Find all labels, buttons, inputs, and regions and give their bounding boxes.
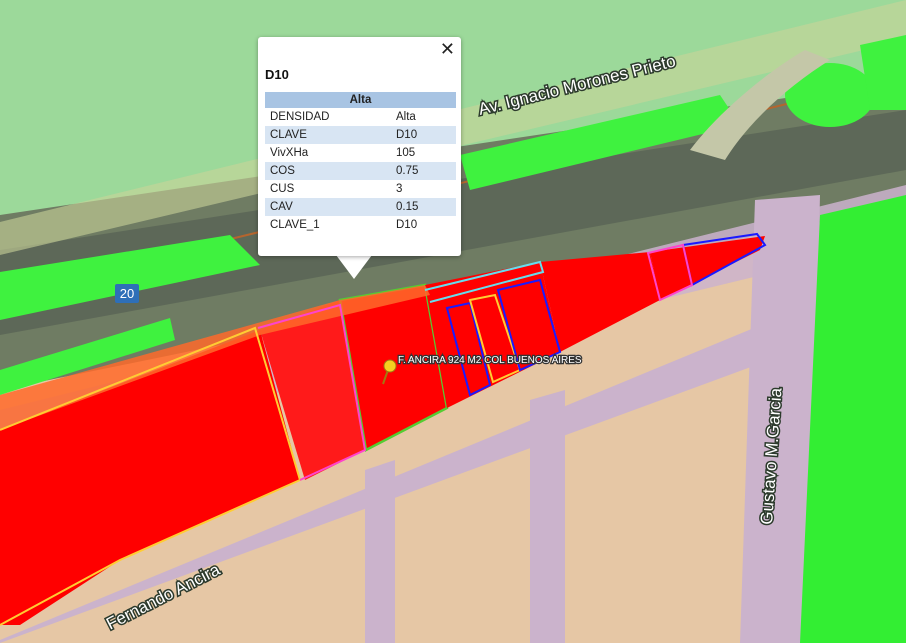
street-vertical-2 [530,390,565,643]
table-row: DENSIDAD Alta [265,108,456,126]
pin-label: F. ANCIRA 924 M2 COL BUENOS AIRES [398,355,582,366]
attr-key: CLAVE_1 [270,219,320,231]
popup-title: D10 [265,67,289,82]
route-shield-number: 20 [120,286,134,301]
table-row: CLAVE_1 D10 [265,216,456,234]
attr-key: VivXHa [270,147,309,159]
attr-key: COS [265,162,391,180]
popup-tail [336,255,372,279]
attr-value: 105 [396,147,416,159]
attribute-table: Alta DENSIDAD Alta CLAVE D10 VivXHa 105 COS… [265,92,456,234]
attr-value: 0.75 [391,162,456,180]
close-icon[interactable]: ✕ [440,40,455,60]
attr-key: CLAVE [265,126,391,144]
attr-value: D10 [391,126,456,144]
table-row: COS 0.75 [265,162,456,180]
attr-value: D10 [396,219,418,231]
attr-value: Alta [396,111,416,123]
attr-value: 0.15 [391,198,456,216]
feature-popup: ✕ D10 Alta DENSIDAD Alta CLAVE D10 VivXHa 1… [258,37,461,256]
street-vertical-1 [365,460,395,643]
table-header: Alta [265,92,456,108]
table-row: CLAVE D10 [265,126,456,144]
attr-key: DENSIDAD [270,111,330,123]
attr-key: CUS [270,183,295,195]
table-row: VivXHa 105 [265,144,456,162]
attr-value: 3 [396,183,403,195]
attr-key: CAV [265,198,391,216]
table-row: CAV 0.15 [265,198,456,216]
table-row: CUS 3 [265,180,456,198]
